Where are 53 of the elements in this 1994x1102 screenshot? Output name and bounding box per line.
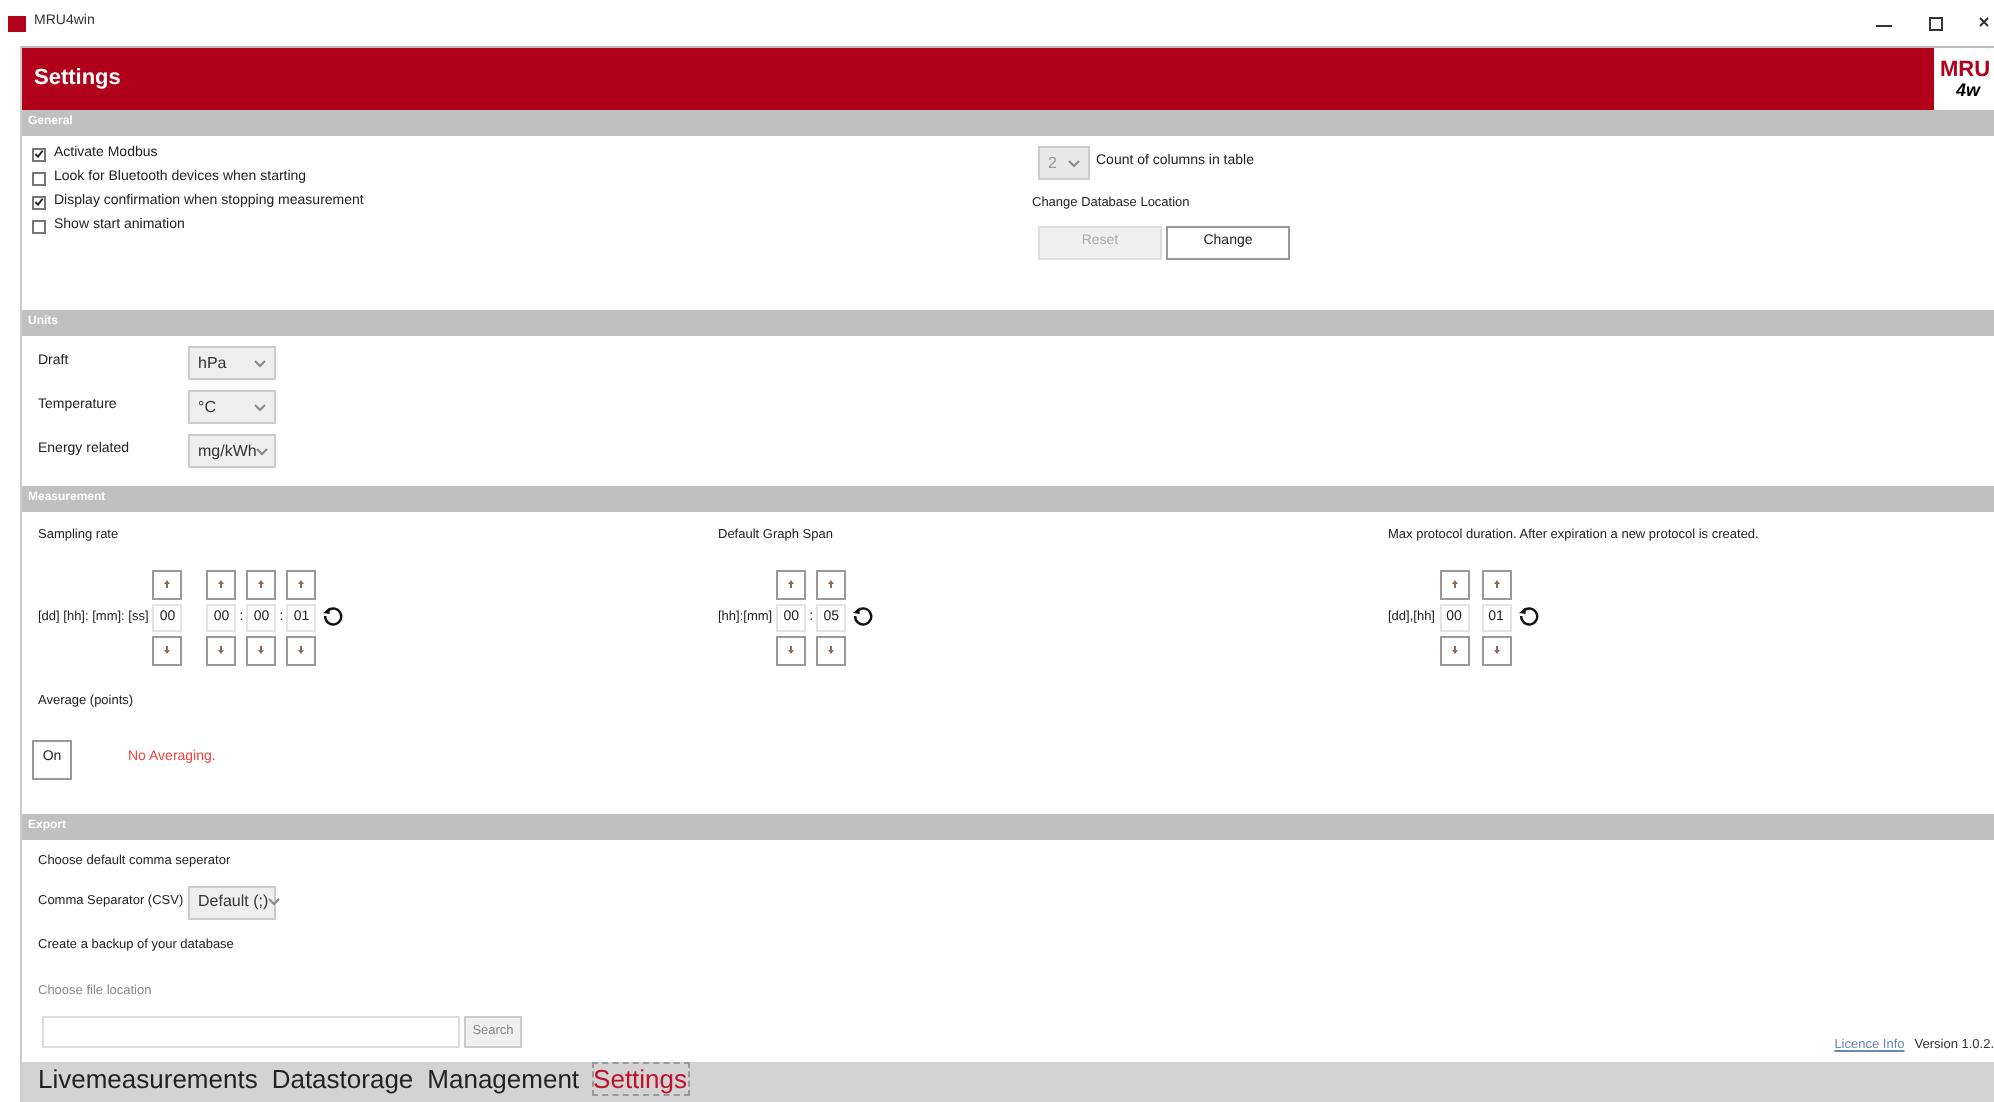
close-icon[interactable] [1978,15,1990,31]
down-arrow-icon [1451,646,1457,655]
down-arrow-icon [828,646,835,655]
up-arrow-icon [258,580,265,589]
up-arrow-icon [788,580,795,589]
up-arrow-icon [1451,580,1457,589]
tab[interactable]: Datastorage [269,1062,416,1096]
dropdown[interactable]: Default (;) [188,885,276,920]
app-icon [8,15,26,31]
up-arrow-button[interactable] [776,569,807,600]
tab[interactable]: Livemeasurements [36,1062,260,1096]
down-arrow-button[interactable] [206,635,237,666]
restore-icon[interactable] [1926,15,1946,31]
reset-icon[interactable] [322,606,345,629]
up-arrow-button[interactable] [246,569,277,600]
down-arrow-button[interactable] [246,635,277,666]
chevron-down-icon [268,898,281,907]
up-arrow-icon [828,580,835,589]
up-arrow-button[interactable] [206,569,237,600]
chevron-down-icon [254,359,266,367]
logo-text: MRU [1940,59,1991,81]
down-arrow-icon [164,646,171,655]
reset-icon[interactable] [1517,606,1539,629]
checkbox[interactable] [32,147,46,161]
chevron-down-icon [254,403,266,411]
chevron-down-icon [1068,159,1080,167]
down-arrow-icon [1493,646,1499,655]
up-arrow-icon [1493,580,1499,589]
checkbox[interactable] [32,195,46,209]
up-arrow-icon [298,580,305,589]
down-arrow-icon [218,646,225,655]
tab[interactable]: Management [425,1062,582,1096]
reset-icon[interactable] [852,606,875,629]
down-arrow-button[interactable] [776,635,807,666]
checkbox[interactable] [32,171,46,185]
down-arrow-icon [298,646,305,655]
tab[interactable]: Settings [591,1062,690,1096]
dropdown[interactable]: hPa [188,346,276,380]
checkbox[interactable] [32,219,46,233]
down-arrow-icon [788,646,795,655]
up-arrow-button[interactable] [152,569,183,600]
up-arrow-icon [164,580,171,589]
down-arrow-button[interactable] [152,635,183,666]
file-path-field[interactable] [42,1016,460,1049]
page-title: Settings [32,64,121,95]
logo-subtext: 4w [1954,81,1981,99]
dropdown[interactable]: mg/kWh [188,434,276,468]
down-arrow-icon [258,646,265,655]
dropdown[interactable]: °C [188,390,276,424]
up-arrow-icon [218,580,225,589]
down-arrow-button[interactable] [1439,635,1469,666]
up-arrow-button[interactable] [1439,569,1469,600]
chevron-down-icon [256,447,269,455]
